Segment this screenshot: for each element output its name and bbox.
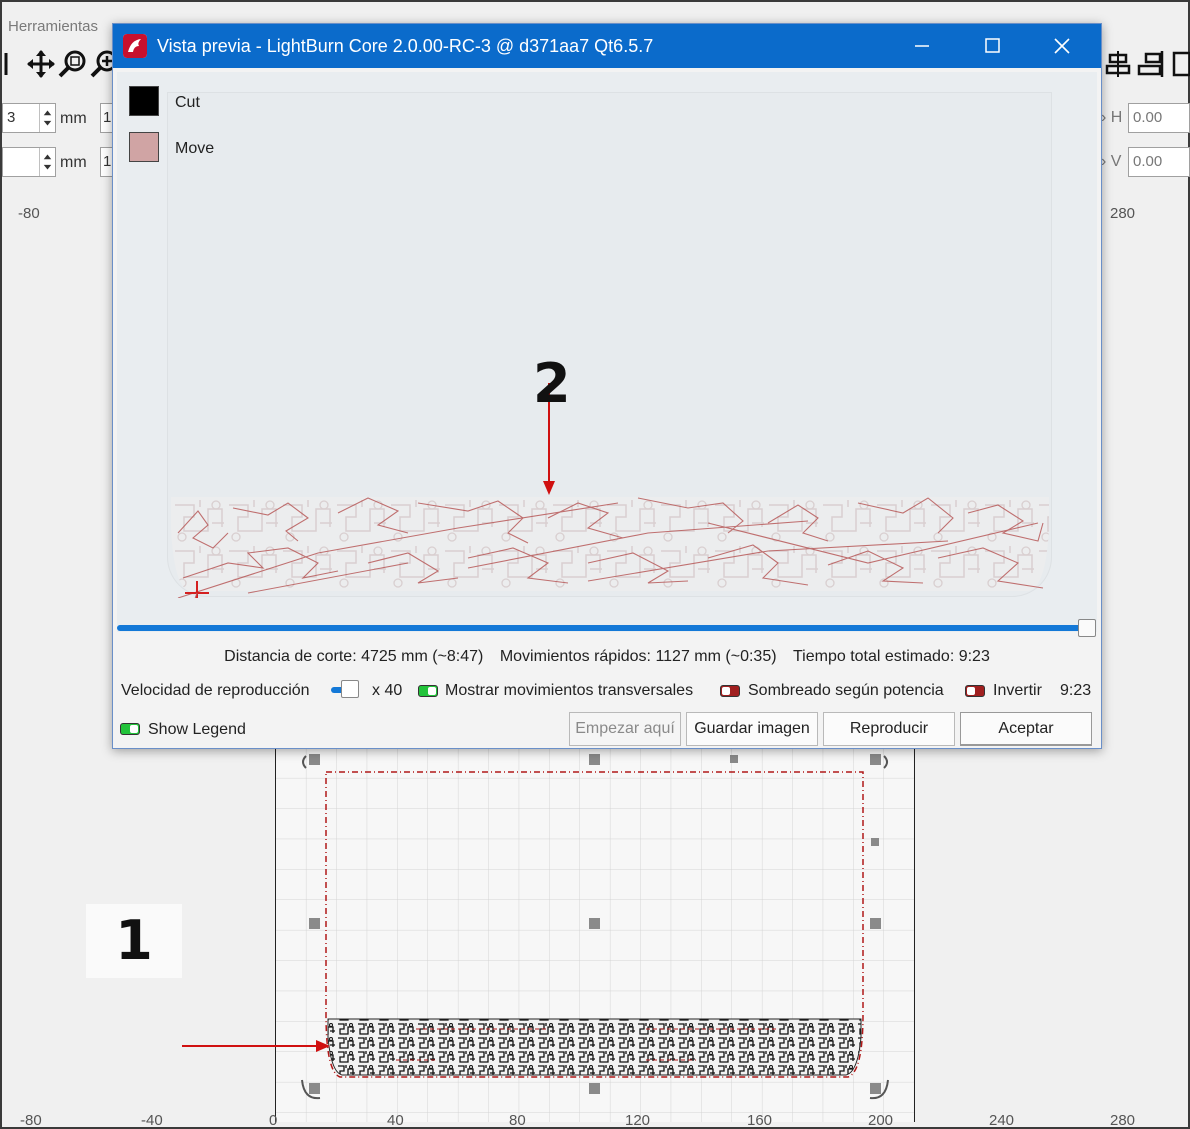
total-time-stat: Tiempo total estimado: 9:23 [793,648,990,665]
ruler-label: -80 [18,205,40,222]
speed-multiplier: x 40 [372,682,403,699]
legend-label-cut: Cut [175,94,200,111]
workspace-canvas[interactable] [275,742,915,1122]
invert-label[interactable]: Invertir [993,682,1042,700]
v-spacing-input[interactable]: 0.00 [1128,147,1190,177]
start-here-button[interactable]: Empezar aquí [569,712,681,746]
spin-arrows-icon[interactable] [39,148,55,176]
invert-toggle[interactable] [965,685,985,697]
shade-by-power-toggle[interactable] [720,685,740,697]
ruler-label: -40 [141,1112,163,1129]
h-label: › H [1101,109,1123,126]
toolpath-preview [171,383,1049,614]
annotation-arrow-icon [182,1040,330,1052]
selection-handle[interactable] [589,918,600,929]
selection-handle[interactable] [309,754,320,765]
annotation-number-1: 1 [86,904,182,978]
align-right-icon[interactable] [1136,49,1166,79]
ruler-label: 240 [989,1112,1015,1129]
legend-swatch-move [129,132,159,162]
selection-handle[interactable] [589,1083,600,1094]
v-label-text: V [1110,153,1122,170]
ruler-label: 0 [269,1112,278,1129]
save-image-button[interactable]: Guardar imagen [686,712,818,746]
move-icon[interactable] [26,49,56,79]
maximize-icon[interactable] [957,24,1027,68]
cut-distance-stat: Distancia de corte: 4725 mm (~8:47) [224,648,484,665]
h-spacing-value: 0.00 [1133,109,1163,126]
minimize-icon[interactable] [887,24,957,68]
preview-canvas[interactable] [167,92,1052,614]
workspace-drawing [276,742,914,1122]
title-bar[interactable]: Vista previa - LightBurn Core 2.0.00-RC-… [113,24,1101,68]
ruler-label: 280 [1110,205,1136,222]
speed-slider-handle[interactable] [341,680,359,698]
show-traversal-label[interactable]: Mostrar movimientos transversales [445,682,693,700]
preview-dialog: Vista previa - LightBurn Core 2.0.00-RC-… [112,23,1102,749]
selection-handle[interactable] [870,754,881,765]
selection-handle[interactable] [730,755,738,763]
selection-handle[interactable] [309,1083,320,1094]
dialog-title: Vista previa - LightBurn Core 2.0.00-RC-… [157,36,654,56]
show-legend-toggle[interactable] [120,723,140,735]
spin-arrows-icon[interactable] [39,104,55,132]
lightburn-logo-icon [123,34,147,58]
x-position-spinbox[interactable]: 3 [2,103,56,133]
ruler-label: -80 [20,1112,42,1129]
legend-label-move: Move [175,140,215,157]
ruler-label: 160 [747,1112,773,1129]
legend-swatch-cut [129,86,159,116]
preview-area[interactable]: Cut Move 2 [117,72,1097,632]
align-center-icon[interactable] [1104,49,1134,79]
main-toolbar [2,44,122,84]
v-label: › V [1101,153,1122,170]
ruler-label: 40 [387,1112,404,1129]
unit-label: mm [60,154,87,171]
ruler-label: 200 [868,1112,894,1129]
selection-handle[interactable] [309,918,320,929]
h-label-text: H [1110,109,1123,126]
zoom-page-icon[interactable] [58,49,88,79]
width-value: 1 [103,109,112,126]
height-value: 1 [103,153,112,170]
shade-by-power-label[interactable]: Sombreado según potencia [748,682,944,700]
annotation-number-2: 2 [533,352,571,415]
selection-handle[interactable] [589,754,600,765]
h-spacing-input[interactable]: 0.00 [1128,103,1190,133]
playback-slider[interactable] [117,625,1087,631]
menu-item-herramientas[interactable]: Herramientas [8,18,98,35]
unit-label: mm [60,110,87,127]
v-spacing-value: 0.00 [1133,153,1163,170]
play-button[interactable]: Reproducir [823,712,955,746]
stats-row: Distancia de corte: 4725 mm (~8:47) Movi… [113,648,1101,666]
playback-speed-label: Velocidad de reproducción [121,682,310,699]
y-position-spinbox[interactable] [2,147,56,177]
ruler-label: 280 [1110,1112,1136,1129]
close-icon[interactable] [1027,24,1097,68]
ruler-label: 80 [509,1112,526,1129]
distribute-icon[interactable] [1170,49,1190,79]
playback-slider-handle[interactable] [1078,619,1096,637]
selection-handle[interactable] [870,918,881,929]
show-legend-label[interactable]: Show Legend [148,721,246,739]
elapsed-time: 9:23 [1060,682,1092,699]
selection-handle[interactable] [870,1083,881,1094]
ruler-label: 120 [625,1112,651,1129]
x-position-value: 3 [7,109,16,126]
align-toolbar [1102,44,1190,84]
accept-button[interactable]: Aceptar [960,712,1092,746]
selection-handle[interactable] [871,838,879,846]
show-traversal-toggle[interactable] [418,685,438,697]
rapid-moves-stat: Movimientos rápidos: 1127 mm (~0:35) [499,648,777,665]
